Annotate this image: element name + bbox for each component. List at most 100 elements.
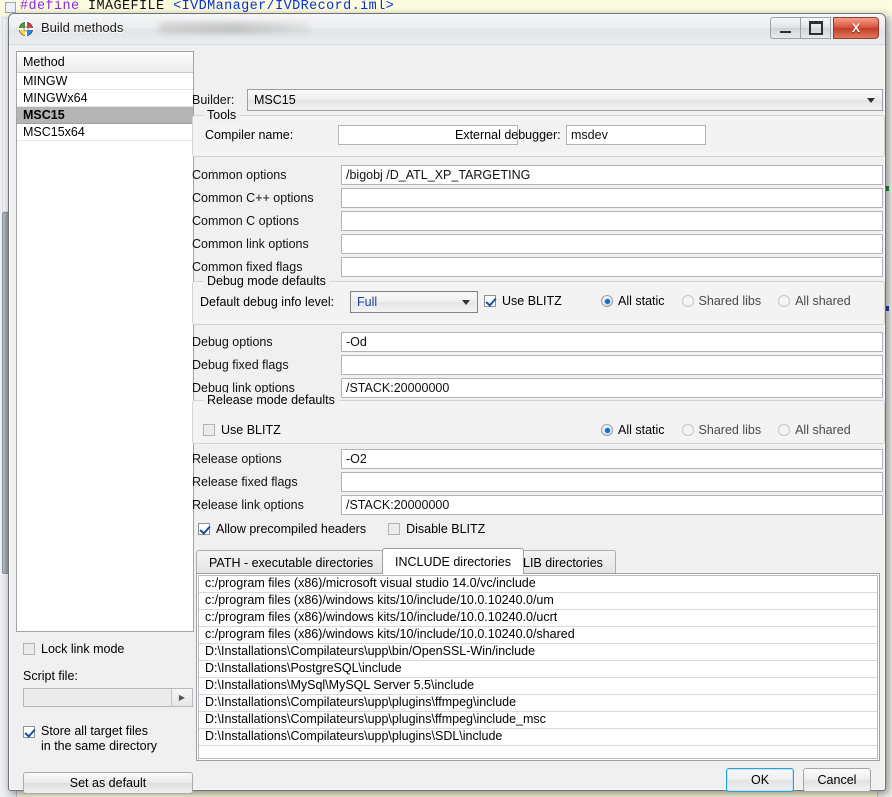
tab-path-executable-directories[interactable]: PATH - executable directories	[196, 550, 387, 574]
debug-fixed-flags-row: Debug fixed flags	[192, 355, 883, 375]
common-c-options-input[interactable]	[341, 211, 883, 231]
checkbox-box	[388, 523, 401, 535]
disable-blitz-checkbox[interactable]: Disable BLITZ	[388, 522, 485, 536]
release-radio-all-shared[interactable]: All shared	[778, 423, 851, 437]
common-link-options-row: Common link options	[192, 234, 883, 254]
debug-radio-all-shared[interactable]: All shared	[778, 294, 851, 308]
method-list-item[interactable]: MSC15x64	[17, 124, 193, 141]
debug-radio-all-shared-label: All shared	[795, 294, 851, 308]
tools-group: Tools Compiler name: External debugger: …	[192, 108, 885, 157]
release-use-blitz-label: Use BLITZ	[221, 423, 281, 437]
radio-dot	[601, 424, 613, 436]
list-item[interactable]: c:/program files (x86)/windows kits/10/i…	[199, 627, 877, 644]
debug-use-blitz-checkbox[interactable]: Use BLITZ	[484, 294, 562, 308]
builder-dropdown[interactable]: MSC15	[247, 89, 883, 111]
list-item[interactable]: D:\Installations\Compilateurs\upp\plugin…	[199, 695, 877, 712]
debug-fixed-flags-input[interactable]	[341, 355, 883, 375]
release-fixed-flags-input[interactable]	[341, 472, 883, 492]
dialog-footer-buttons: OK Cancel	[726, 768, 871, 792]
maximize-button[interactable]	[800, 17, 831, 39]
allow-precompiled-headers-checkbox[interactable]: Allow precompiled headers	[198, 522, 366, 536]
release-fixed-flags-row: Release fixed flags	[192, 472, 883, 492]
debug-info-level-dropdown[interactable]: Full	[350, 291, 478, 313]
checkbox-box	[484, 295, 496, 307]
release-radio-all-static-label: All static	[618, 423, 665, 437]
radio-dot	[778, 424, 791, 436]
debug-fixed-flags-label: Debug fixed flags	[192, 358, 289, 372]
list-item[interactable]: D:\Installations\MySql\MySQL Server 5.5\…	[199, 678, 877, 695]
chevron-down-icon	[867, 98, 875, 103]
common-link-options-label: Common link options	[192, 237, 309, 251]
debug-options-input[interactable]: -Od	[341, 332, 883, 352]
debug-radio-all-static[interactable]: All static	[601, 294, 665, 308]
debug-info-level-label: Default debug info level:	[200, 295, 335, 309]
common-fixed-flags-input[interactable]	[341, 257, 883, 277]
script-file-input[interactable]: ▶	[23, 688, 193, 707]
checkbox-box	[23, 643, 35, 655]
builder-value: MSC15	[254, 93, 296, 107]
common-cpp-options-row: Common C++ options	[192, 188, 883, 208]
set-as-default-button[interactable]: Set as default	[23, 772, 193, 794]
cancel-button[interactable]: Cancel	[803, 768, 871, 792]
dialog-body: Method MINGW MINGWx64 MSC15 MSC15x64 Loc…	[9, 45, 885, 794]
common-c-options-row: Common C options	[192, 211, 883, 231]
ok-button[interactable]: OK	[726, 768, 794, 792]
debug-link-options-input[interactable]: /STACK:20000000	[341, 378, 883, 398]
chevron-down-icon	[462, 300, 470, 305]
debug-mode-defaults-group: Debug mode defaults Default debug info l…	[192, 274, 885, 325]
bottom-checkboxes: Allow precompiled headers Disable BLITZ	[198, 522, 485, 536]
release-radio-shared-libs[interactable]: Shared libs	[681, 423, 762, 437]
release-link-options-label: Release link options	[192, 498, 304, 512]
release-options-input[interactable]: -O2	[341, 449, 883, 469]
debug-group-title: Debug mode defaults	[203, 274, 330, 288]
dialog-title: Build methods	[41, 20, 124, 35]
method-list[interactable]: Method MINGW MINGWx64 MSC15 MSC15x64	[16, 51, 194, 632]
release-options-row: Release options -O2	[192, 449, 883, 469]
minimize-button[interactable]	[770, 17, 801, 39]
titlebar-blurred-text	[159, 22, 309, 34]
method-list-item-selected[interactable]: MSC15	[17, 107, 193, 124]
release-radio-all-static[interactable]: All static	[601, 423, 665, 437]
debug-info-level-value: Full	[357, 295, 378, 309]
include-directories-list[interactable]: c:/program files (x86)/microsoft visual …	[198, 575, 878, 759]
lock-link-mode-checkbox[interactable]: Lock link mode	[23, 642, 124, 656]
external-debugger-input[interactable]: msdev	[566, 125, 706, 145]
compiler-name-label: Compiler name:	[205, 128, 294, 142]
list-item[interactable]: c:/program files (x86)/windows kits/10/i…	[199, 610, 877, 627]
debug-use-blitz-label: Use BLITZ	[502, 294, 562, 308]
release-radio-all-shared-label: All shared	[795, 423, 851, 437]
dialog-titlebar[interactable]: Build methods X	[9, 14, 885, 45]
list-item[interactable]: D:\Installations\Compilateurs\upp\plugin…	[199, 729, 877, 746]
tab-include-directories[interactable]: INCLUDE directories	[382, 548, 525, 574]
release-use-blitz-checkbox[interactable]: Use BLITZ	[203, 423, 281, 437]
method-list-item[interactable]: MINGW	[17, 73, 193, 90]
method-list-item[interactable]: MINGWx64	[17, 90, 193, 107]
debug-radio-shared-libs[interactable]: Shared libs	[681, 294, 761, 308]
script-file-label: Script file:	[23, 669, 78, 683]
list-item[interactable]: c:/program files (x86)/microsoft visual …	[199, 576, 877, 593]
release-link-options-input[interactable]: /STACK:20000000	[341, 495, 883, 515]
code-token-value: <IVDManager/IVDRecord.iml>	[173, 0, 395, 14]
list-item[interactable]: c:/program files (x86)/windows kits/10/i…	[199, 593, 877, 610]
window-buttons: X	[770, 17, 879, 39]
list-item[interactable]: D:\Installations\Compilateurs\upp\bin/Op…	[199, 644, 877, 661]
common-options-input[interactable]: /bigobj /D_ATL_XP_TARGETING	[341, 165, 883, 185]
play-arrow-icon[interactable]: ▶	[171, 689, 192, 706]
common-link-options-input[interactable]	[341, 234, 883, 254]
script-file-value[interactable]	[24, 689, 171, 706]
common-fixed-flags-label: Common fixed flags	[192, 260, 303, 274]
release-radio-shared-libs-label: Shared libs	[698, 423, 762, 437]
list-item[interactable]: D:\Installations\PostgreSQL\include	[199, 661, 877, 678]
common-cpp-options-input[interactable]	[341, 188, 883, 208]
release-link-mode-radios: All static Shared libs All shared	[601, 423, 851, 437]
list-item[interactable]: D:\Installations\Compilateurs\upp\plugin…	[199, 712, 877, 729]
radio-dot	[681, 424, 694, 436]
release-options-label: Release options	[192, 452, 282, 466]
release-fixed-flags-label: Release fixed flags	[192, 475, 298, 489]
upp-rainbow-icon	[19, 22, 33, 36]
store-all-target-files-checkbox[interactable]: Store all target files in the same direc…	[23, 724, 198, 754]
checkbox-box	[203, 424, 215, 436]
close-button[interactable]: X	[833, 17, 879, 39]
debug-options-label: Debug options	[192, 335, 273, 349]
tab-lib-directories[interactable]: LIB directories	[510, 550, 616, 574]
